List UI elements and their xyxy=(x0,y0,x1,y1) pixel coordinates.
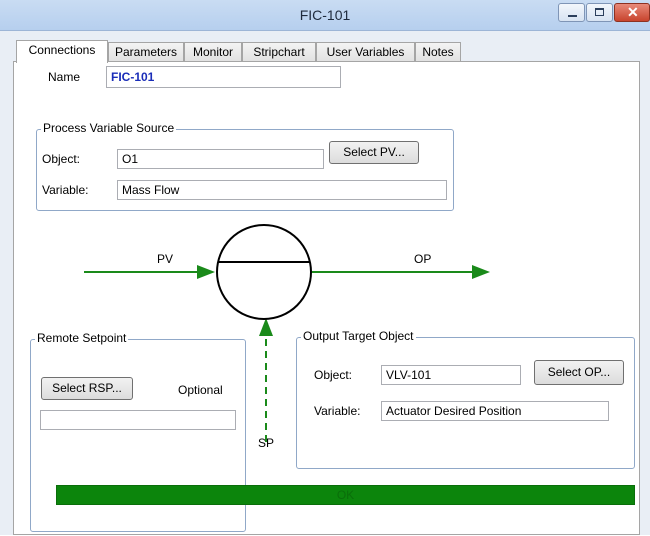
rsp-field[interactable] xyxy=(40,410,236,430)
window-title: FIC-101 xyxy=(299,7,351,23)
pv-arrow-head xyxy=(197,265,215,279)
close-button[interactable]: ✕ xyxy=(614,3,650,22)
remote-setpoint-title: Remote Setpoint xyxy=(35,331,129,345)
title-bar: FIC-101 ✕ xyxy=(0,0,650,31)
minimize-icon xyxy=(568,15,577,17)
select-rsp-button[interactable]: Select RSP... xyxy=(41,377,133,400)
select-op-button[interactable]: Select OP... xyxy=(534,360,624,385)
op-object-field[interactable]: VLV-101 xyxy=(381,365,521,385)
tab-connections[interactable]: Connections xyxy=(16,40,108,63)
tab-parameters[interactable]: Parameters xyxy=(108,42,184,62)
tab-stripchart[interactable]: Stripchart xyxy=(242,42,316,62)
connections-page: Name FIC-101 Process Variable Source Obj… xyxy=(13,61,640,535)
output-target-group: Output Target Object Object: VLV-101 Sel… xyxy=(296,329,635,469)
tab-monitor[interactable]: Monitor xyxy=(184,42,242,62)
minimize-button[interactable] xyxy=(558,3,585,22)
op-variable-label: Variable: xyxy=(314,404,361,418)
optional-label: Optional xyxy=(178,383,223,397)
ok-button[interactable]: OK xyxy=(56,485,635,505)
maximize-icon xyxy=(595,8,604,16)
op-arrow-head xyxy=(472,265,490,279)
controller-symbol xyxy=(216,224,312,320)
sp-arrow-head xyxy=(259,318,273,336)
tab-notes[interactable]: Notes xyxy=(415,42,461,62)
maximize-button[interactable] xyxy=(586,3,613,22)
pv-label: PV xyxy=(157,252,174,266)
close-icon: ✕ xyxy=(627,4,639,20)
tab-user-variables[interactable]: User Variables xyxy=(316,42,415,62)
op-label: OP xyxy=(414,252,432,266)
window-body: Connections Parameters Monitor Stripchar… xyxy=(0,31,650,535)
op-object-label: Object: xyxy=(314,368,353,382)
output-target-title: Output Target Object xyxy=(301,329,416,343)
op-variable-field[interactable]: Actuator Desired Position xyxy=(381,401,609,421)
sp-label: SP xyxy=(258,436,275,450)
